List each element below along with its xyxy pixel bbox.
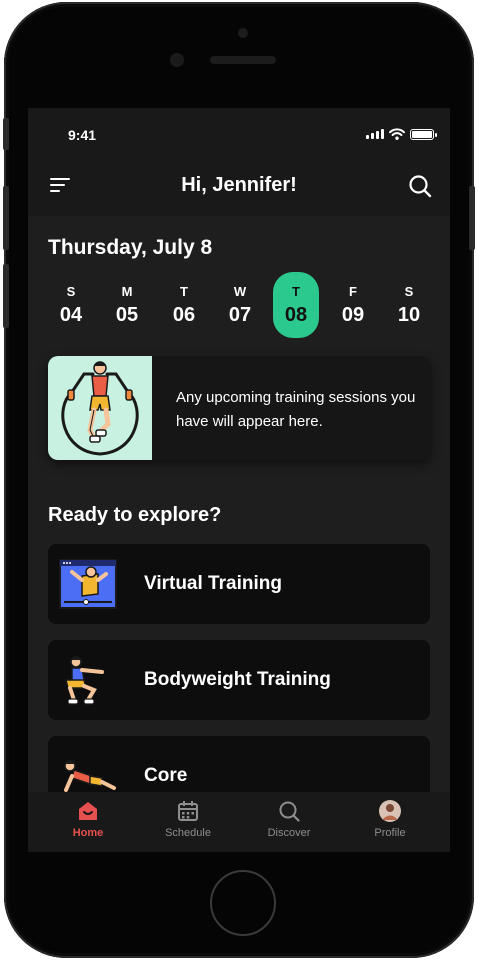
search-icon [279, 801, 300, 822]
day-letter: T [180, 284, 188, 299]
avatar [379, 800, 401, 822]
day-letter: M [121, 284, 133, 299]
tab-label: Profile [374, 827, 406, 839]
search-icon[interactable] [408, 174, 432, 198]
day-number: 10 [397, 304, 421, 326]
day-thursday-selected[interactable]: T 08 [273, 272, 319, 338]
day-monday[interactable]: M 05 [104, 272, 150, 338]
tab-home[interactable]: Home [43, 792, 133, 852]
volume-down-button [3, 264, 9, 328]
day-letter: T [292, 284, 300, 299]
day-letter: W [233, 284, 247, 299]
bodyweight-training-icon [65, 656, 104, 705]
tab-label: Discover [267, 827, 311, 839]
day-saturday[interactable]: S 10 [386, 272, 432, 338]
app-header: Hi, Jennifer! [28, 154, 450, 216]
front-camera [170, 53, 184, 67]
upcoming-sessions-card: Any upcoming training sessions you have … [48, 356, 431, 460]
explore-item-label: Virtual Training [144, 573, 282, 594]
bottom-tab-bar: Home Schedule Discover Profile [28, 792, 450, 852]
home-icon [79, 802, 97, 820]
explore-item-bodyweight-training[interactable]: Bodyweight Training [48, 640, 430, 720]
greeting-title: Hi, Jennifer! [181, 174, 297, 196]
day-letter: S [404, 284, 414, 299]
tab-label: Home [72, 827, 104, 839]
day-wednesday[interactable]: W 07 [217, 272, 263, 338]
day-number: 08 [284, 304, 308, 326]
volume-up-button [3, 186, 9, 250]
mute-switch [3, 118, 9, 150]
day-tuesday[interactable]: T 06 [161, 272, 207, 338]
tab-schedule[interactable]: Schedule [143, 792, 233, 852]
status-bar: 9:41 [28, 108, 450, 154]
explore-heading: Ready to explore? [48, 504, 222, 526]
day-number: 09 [341, 304, 365, 326]
status-time: 9:41 [68, 127, 97, 143]
day-sunday[interactable]: S 04 [48, 272, 94, 338]
empty-sessions-message: Any upcoming training sessions you have … [176, 389, 416, 430]
week-strip: S 04 M 05 T 06 W 07 T 08 F 09 S 10 [48, 272, 438, 340]
day-letter: F [349, 284, 357, 299]
day-number: 06 [172, 304, 196, 326]
explore-item-virtual-training[interactable]: Virtual Training [48, 544, 430, 624]
day-number: 07 [228, 304, 252, 326]
tab-label: Schedule [165, 827, 211, 839]
explore-item-label: Bodyweight Training [144, 669, 331, 690]
virtual-training-icon [59, 559, 117, 609]
home-button[interactable] [210, 870, 276, 936]
day-friday[interactable]: F 09 [330, 272, 376, 338]
earpiece-speaker [210, 56, 276, 64]
jump-rope-illustration [48, 356, 152, 460]
wifi-icon [389, 128, 405, 140]
day-number: 04 [59, 304, 83, 326]
day-number: 05 [115, 304, 139, 326]
calendar-icon [178, 801, 198, 821]
proximity-sensor [238, 28, 248, 38]
tab-discover[interactable]: Discover [244, 792, 334, 852]
date-heading: Thursday, July 8 [48, 236, 213, 259]
day-letter: S [66, 284, 76, 299]
tab-profile[interactable]: Profile [345, 792, 435, 852]
battery-icon [410, 128, 437, 140]
home-content: Thursday, July 8 S 04 M 05 T 06 W 07 T 0… [28, 216, 450, 816]
explore-item-label: Core [144, 765, 188, 786]
status-icons [366, 128, 437, 140]
app-screen: 9:41 Hi, Jennifer! Thursday, July 8 S 04… [28, 108, 450, 852]
power-button [469, 186, 475, 250]
cellular-signal-icon [366, 129, 384, 139]
